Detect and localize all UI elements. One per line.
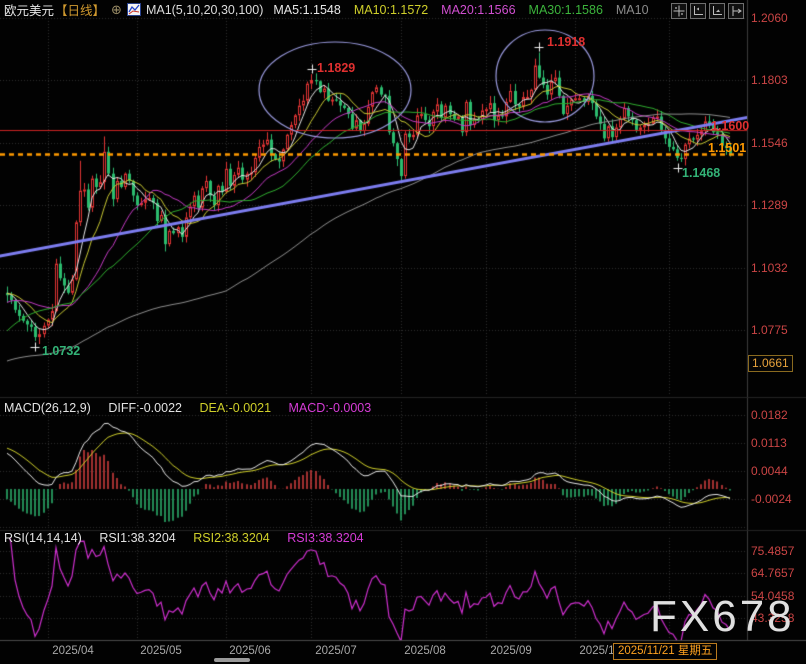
rsi-panel-header: RSI(14,14,14) RSI1:38.3204 RSI2:38.3204 … — [4, 531, 378, 545]
ma-value-label: MA10 — [616, 3, 649, 17]
resistance-line-label[interactable]: 1.1600 — [711, 119, 749, 133]
ma-value-label: MA10:1.1572 — [354, 3, 428, 17]
ma-value-label: MA30:1.1586 — [529, 3, 603, 17]
macd-diff-value: DIFF:-0.0022 — [108, 401, 182, 415]
rsi2-value: RSI2:38.3204 — [193, 531, 269, 545]
low-price-label-march: 1.0732 — [42, 344, 80, 358]
ma-value-label: MA20:1.1566 — [441, 3, 515, 17]
ma-settings-label[interactable]: MA1(5,10,20,30,100) — [146, 3, 263, 17]
price-chart-canvas[interactable] — [0, 0, 806, 664]
macd-panel-header: MACD(26,12,9) DIFF:-0.0022 DEA:-0.0021 M… — [4, 401, 385, 415]
fx678-watermark: FX678 — [650, 592, 795, 642]
high-price-label-july: 1.1829 — [317, 61, 355, 75]
macd-hist-value: MACD:-0.0003 — [289, 401, 372, 415]
pan-crosshair-icon[interactable] — [671, 3, 687, 19]
period-label[interactable]: 【日线】 — [55, 0, 105, 19]
axis-low-price-box: 1.0661 — [748, 355, 793, 372]
link-icon[interactable]: ⊕ — [111, 2, 122, 18]
chart-application-window: 欧元美元 【日线】 ⊕ MA1(5,10,20,30,100) MA5:1.15… — [0, 0, 806, 664]
axis-shift-icon[interactable] — [728, 3, 744, 19]
rsi3-value: RSI3:38.3204 — [287, 531, 363, 545]
symbol-title: 欧元美元 — [4, 0, 54, 19]
ma-value-label: MA5:1.1548 — [273, 3, 340, 17]
macd-title[interactable]: MACD(26,12,9) — [4, 401, 91, 415]
axis-scale-left-icon[interactable] — [690, 3, 706, 19]
chart-toolbar — [671, 3, 744, 19]
macd-dea-value: DEA:-0.0021 — [199, 401, 271, 415]
current-price-label: 1.1501 — [708, 141, 746, 155]
low-price-label-november: 1.1468 — [682, 166, 720, 180]
ma-values: MA5:1.1548 MA10:1.1572 MA20:1.1566 MA30:1.1… — [273, 3, 661, 17]
chart-type-icon[interactable] — [127, 3, 141, 16]
high-price-label-september: 1.1918 — [547, 35, 585, 49]
scrollbar-thumb[interactable] — [214, 658, 250, 662]
chart-header: 欧元美元 【日线】 ⊕ MA1(5,10,20,30,100) MA5:1.15… — [4, 1, 662, 18]
rsi1-value: RSI1:38.3204 — [99, 531, 175, 545]
axis-scale-right-icon[interactable] — [709, 3, 725, 19]
current-date-label: 2025/11/21 星期五 — [613, 643, 717, 660]
rsi-title[interactable]: RSI(14,14,14) — [4, 531, 82, 545]
